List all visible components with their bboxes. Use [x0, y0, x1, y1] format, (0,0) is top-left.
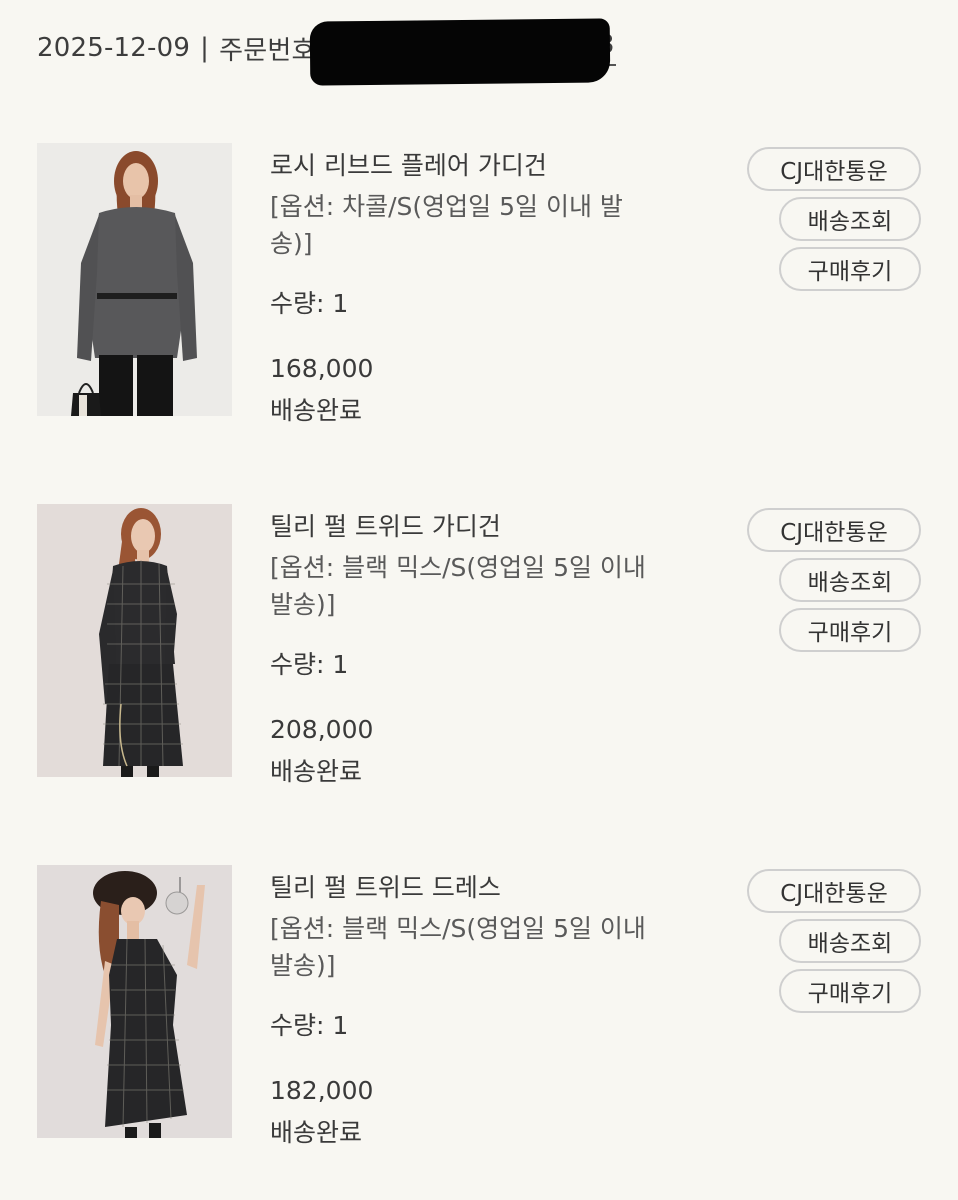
track-delivery-button[interactable]: 배송조회 — [779, 197, 921, 241]
product-quantity: 수량: 1 — [270, 1011, 349, 1040]
product-thumbnail[interactable] — [37, 143, 232, 416]
order-number-label: 주문번호 — [219, 35, 316, 66]
product-thumbnail[interactable] — [37, 865, 232, 1138]
carrier-button[interactable]: CJ대한통운 — [747, 869, 921, 913]
product-thumbnail[interactable] — [37, 504, 232, 777]
order-item: 틸리 펄 트위드 가디건 [옵션: 블랙 믹스/S(영업일 5일 이내 발송)]… — [0, 504, 958, 834]
write-review-button[interactable]: 구매후기 — [779, 969, 921, 1013]
item-actions: CJ대한통운 배송조회 구매후기 — [747, 147, 921, 291]
product-image-tweed-cardigan — [37, 504, 232, 777]
write-review-button[interactable]: 구매후기 — [779, 608, 921, 652]
carrier-button[interactable]: CJ대한통운 — [747, 147, 921, 191]
header-separator: | — [200, 33, 210, 63]
order-item: 로시 리브드 플레어 가디건 [옵션: 차콜/S(영업일 5일 이내 발 송)]… — [0, 143, 958, 473]
product-name[interactable]: 틸리 펄 트위드 가디건 — [270, 508, 700, 546]
product-image-tweed-dress — [37, 865, 232, 1138]
item-actions: CJ대한통운 배송조회 구매후기 — [747, 869, 921, 1013]
item-actions: CJ대한통운 배송조회 구매후기 — [747, 508, 921, 652]
product-price: 182,000 — [270, 1076, 374, 1105]
product-option-line2: 송)] — [270, 229, 313, 258]
product-image-cardigan-charcoal — [37, 143, 232, 416]
write-review-button[interactable]: 구매후기 — [779, 247, 921, 291]
order-date: 2025-12-09 — [37, 33, 191, 63]
track-delivery-button[interactable]: 배송조회 — [779, 558, 921, 602]
order-header: 2025-12-09 | 주문번호 — [37, 24, 316, 72]
product-info: 로시 리브드 플레어 가디건 [옵션: 차콜/S(영업일 5일 이내 발 송)]… — [270, 143, 700, 429]
product-price: 208,000 — [270, 715, 374, 744]
carrier-button[interactable]: CJ대한통운 — [747, 508, 921, 552]
track-delivery-button[interactable]: 배송조회 — [779, 919, 921, 963]
redaction-mark — [309, 18, 611, 86]
product-info: 틸리 펄 트위드 드레스 [옵션: 블랙 믹스/S(영업일 5일 이내 발송)]… — [270, 865, 700, 1151]
product-quantity: 수량: 1 — [270, 289, 349, 318]
delivery-status: 배송완료 — [270, 757, 363, 786]
product-info: 틸리 펄 트위드 가디건 [옵션: 블랙 믹스/S(영업일 5일 이내 발송)]… — [270, 504, 700, 790]
delivery-status: 배송완료 — [270, 396, 363, 425]
product-option-line2: 발송)] — [270, 590, 336, 619]
product-name[interactable]: 로시 리브드 플레어 가디건 — [270, 147, 700, 185]
product-name[interactable]: 틸리 펄 트위드 드레스 — [270, 869, 700, 907]
order-item: 틸리 펄 트위드 드레스 [옵션: 블랙 믹스/S(영업일 5일 이내 발송)]… — [0, 865, 958, 1195]
product-quantity: 수량: 1 — [270, 650, 349, 679]
product-price: 168,000 — [270, 354, 374, 383]
delivery-status: 배송완료 — [270, 1118, 363, 1147]
product-option-line2: 발송)] — [270, 951, 336, 980]
